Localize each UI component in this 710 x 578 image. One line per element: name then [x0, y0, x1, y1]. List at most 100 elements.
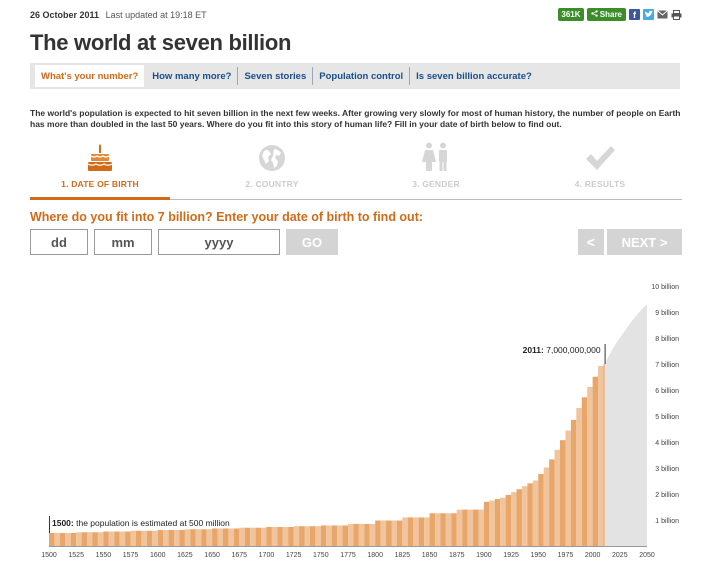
population-bar	[309, 526, 316, 546]
step-label: 3. GENDER	[412, 179, 460, 189]
y-tick-label: 1 billion	[655, 518, 679, 525]
x-tick-label: 1550	[96, 552, 112, 559]
step-date-of-birth[interactable]: 1. DATE OF BIRTH	[30, 140, 170, 200]
x-tick-label: 1575	[123, 552, 139, 559]
population-bar	[353, 523, 359, 546]
population-bar	[391, 520, 397, 546]
population-bar	[271, 526, 278, 546]
population-bar	[108, 531, 115, 546]
population-bar	[146, 530, 153, 546]
y-tick-label: 7 billion	[655, 362, 679, 369]
tab-whats-your-number[interactable]: What's your number?	[35, 65, 145, 87]
y-tick-label: 2 billion	[655, 492, 679, 499]
tab-seven-stories[interactable]: Seven stories	[238, 67, 314, 85]
population-bar	[244, 527, 251, 546]
population-bar	[201, 529, 207, 546]
x-tick-label: 1625	[177, 552, 193, 559]
population-bar	[277, 526, 283, 546]
tab-how-many-more[interactable]: How many more?	[146, 67, 239, 85]
last-updated: Last updated at 19:18 ET	[105, 10, 207, 20]
population-bar	[179, 529, 185, 546]
step-progress: 1. DATE OF BIRTH 2. COUNTRY 3. GENDER 4.…	[30, 140, 682, 200]
population-bar	[489, 500, 495, 546]
x-tick-label: 1500	[41, 552, 57, 559]
date-of-birth-form: GO	[30, 229, 338, 255]
population-bar	[570, 419, 577, 546]
step-navigation: < NEXT >	[578, 229, 682, 255]
share-tools: 361K Share f	[558, 8, 682, 21]
population-bar	[451, 513, 457, 546]
population-bar	[228, 528, 234, 546]
population-bar	[282, 526, 289, 546]
twitter-icon[interactable]	[643, 9, 654, 20]
projection-area	[604, 304, 647, 546]
step-label: 2. COUNTRY	[245, 179, 299, 189]
print-icon[interactable]	[671, 9, 682, 20]
population-bar	[233, 528, 240, 546]
population-bar	[331, 525, 338, 546]
section-tabs: What's your number? How many more? Seven…	[30, 63, 680, 89]
population-bar	[560, 440, 566, 546]
birthday-cake-icon	[87, 144, 113, 171]
facebook-icon[interactable]: f	[629, 9, 640, 20]
x-tick-label: 1825	[395, 552, 411, 559]
x-tick-label: 1925	[503, 552, 519, 559]
x-tick-label: 2025	[612, 552, 628, 559]
x-tick-label: 1900	[476, 552, 492, 559]
annotation-year: 2011:	[523, 345, 547, 355]
step-country[interactable]: 2. COUNTRY	[202, 140, 342, 189]
population-bar	[70, 533, 77, 546]
population-bar	[348, 523, 354, 546]
population-bar	[65, 533, 71, 546]
next-button[interactable]: NEXT >	[607, 229, 682, 255]
population-bar	[320, 525, 327, 546]
population-bar	[538, 473, 544, 546]
population-bar	[369, 523, 376, 546]
population-bar	[337, 525, 343, 546]
annotation-text: the population is estimated at 500 milli…	[76, 518, 230, 528]
y-tick-label: 8 billion	[655, 336, 679, 343]
globe-icon	[259, 145, 285, 171]
population-bar	[505, 494, 512, 546]
population-bar	[413, 517, 419, 546]
population-bar	[315, 526, 321, 546]
go-button[interactable]: GO	[286, 229, 338, 255]
page-title: The world at seven billion	[30, 30, 292, 55]
population-bar	[500, 497, 506, 546]
population-bar	[103, 531, 109, 546]
population-bar	[255, 527, 262, 546]
population-bar	[407, 517, 414, 546]
population-bar	[592, 376, 599, 546]
gender-icon	[422, 142, 447, 171]
population-bar	[549, 459, 555, 546]
population-bar	[483, 501, 490, 546]
population-bar	[380, 520, 387, 546]
population-bar	[478, 509, 484, 546]
step-results[interactable]: 4. RESULTS	[530, 140, 670, 189]
tab-population-control[interactable]: Population control	[313, 67, 411, 85]
year-input[interactable]	[158, 229, 280, 255]
population-bar	[364, 523, 370, 546]
x-tick-label: 1525	[68, 552, 84, 559]
checkmark-icon	[586, 146, 615, 170]
share-count-badge[interactable]: 361K	[558, 8, 584, 21]
population-bar	[49, 533, 55, 546]
previous-button[interactable]: <	[578, 229, 604, 255]
population-bar	[511, 492, 517, 546]
x-tick-label: 1675	[231, 552, 247, 559]
population-bar	[386, 520, 392, 546]
population-bar	[76, 532, 82, 546]
email-icon[interactable]	[657, 9, 668, 20]
x-tick-label: 1850	[422, 552, 438, 559]
month-input[interactable]	[94, 229, 152, 255]
population-bar	[424, 517, 430, 546]
population-bar	[125, 531, 131, 546]
x-tick-label: 1700	[259, 552, 275, 559]
population-bar	[467, 509, 474, 546]
step-gender[interactable]: 3. GENDER	[366, 140, 506, 189]
population-bar	[532, 480, 539, 546]
share-button[interactable]: Share	[586, 8, 626, 21]
tab-is-seven-billion-accurate[interactable]: Is seven billion accurate?	[410, 67, 538, 85]
day-input[interactable]	[30, 229, 88, 255]
population-bar	[174, 529, 180, 546]
